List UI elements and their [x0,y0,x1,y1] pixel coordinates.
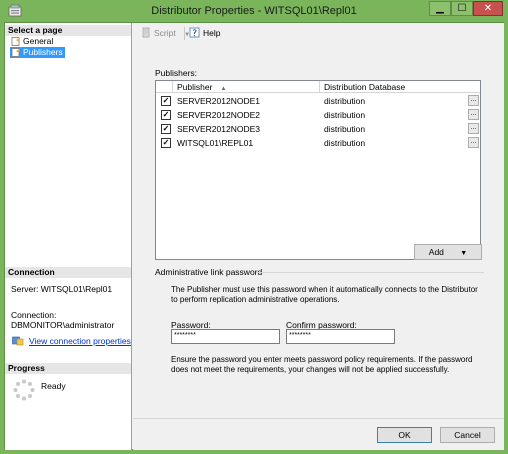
publisher-cell: SERVER2012NODE3 [177,124,260,134]
select-page-heading: Select a page [5,25,131,36]
connection-properties-icon [12,336,24,346]
page-icon [11,48,20,57]
table-row[interactable]: ✓ WITSQL01\REPL01 distribution ... [156,136,480,150]
admin-password-description: The Publisher must use this password whe… [171,285,478,304]
publisher-checkbox[interactable]: ✓ [161,124,171,134]
main-panel: Script ▼ Help Publishers: Publisher ▲ Dis… [133,23,504,418]
database-cell: distribution [324,124,366,134]
checkbox-column-header [156,81,173,93]
toolbar: Script ▼ Help [133,23,504,45]
publisher-checkbox[interactable]: ✓ [161,138,171,148]
dialog-client: Select a page General Publishers Connect… [4,22,504,450]
ellipsis-button[interactable]: ... [468,137,479,148]
button-bar: OK Cancel [133,418,504,450]
toolbar-separator [184,27,185,40]
progress-status: Ready [41,381,66,391]
admin-password-group-label: Administrative link password [155,267,263,277]
server-text: Server: WITSQL01\Repl01 [11,284,113,294]
grid-header: Publisher ▲ Distribution Database [156,81,480,93]
help-button[interactable]: Help [189,27,221,38]
publisher-checkbox[interactable]: ✓ [161,110,171,120]
publisher-cell: SERVER2012NODE2 [177,110,260,120]
publishers-label: Publishers: [155,68,198,78]
add-label: Add [428,247,444,257]
ellipsis-button[interactable]: ... [468,95,479,106]
minimize-button[interactable]: ▁ [429,1,451,16]
ellipsis-button[interactable]: ... [468,123,479,134]
maximize-button[interactable]: ☐ [451,1,473,16]
column-header-publisher[interactable]: Publisher ▲ [173,81,320,93]
progress-spinner-icon [13,379,35,401]
publisher-cell: WITSQL01\REPL01 [177,138,254,148]
page-icon [11,37,20,46]
help-label: Help [203,28,221,38]
publisher-cell: SERVER2012NODE1 [177,96,260,106]
publishers-grid[interactable]: Publisher ▲ Distribution Database ✓ SERVE… [155,80,481,260]
table-row[interactable]: ✓ SERVER2012NODE2 distribution ... [156,108,480,122]
database-cell: distribution [324,138,366,148]
table-row[interactable]: ✓ SERVER2012NODE1 distribution ... [156,94,480,108]
connection-heading: Connection [5,267,131,278]
chevron-down-icon: ▼ [460,250,468,257]
database-cell: distribution [324,96,366,106]
confirm-password-field[interactable]: ******** [286,329,395,344]
connection-label: Connection: [11,310,57,320]
help-icon [189,27,200,38]
script-label: Script [154,28,176,38]
page-item-label: Publishers [23,47,63,57]
page-item-general[interactable]: General [10,36,53,47]
password-policy-note: Ensure the password you enter meets pass… [171,355,473,374]
publisher-checkbox[interactable]: ✓ [161,96,171,106]
table-row[interactable]: ✓ SERVER2012NODE3 distribution ... [156,122,480,136]
script-icon [142,27,150,38]
ok-button[interactable]: OK [377,427,432,443]
progress-heading: Progress [5,363,131,374]
sidebar: Select a page General Publishers Connect… [5,23,132,450]
ellipsis-button[interactable]: ... [468,109,479,120]
column-header-label: Publisher [177,82,213,92]
add-button[interactable]: Add ▼ [414,244,482,260]
view-connection-properties-link[interactable]: View connection properties [11,336,131,346]
cancel-button[interactable]: Cancel [440,427,495,443]
page-item-publishers[interactable]: Publishers [10,47,65,58]
link-label: View connection properties [29,336,131,346]
column-header-distribution-database[interactable]: Distribution Database [320,81,480,93]
script-button[interactable]: Script ▼ [141,27,190,38]
page-item-label: General [23,36,54,46]
dialog-window: Distributor Properties - WITSQL01\Repl01… [0,0,508,454]
title-bar[interactable]: Distributor Properties - WITSQL01\Repl01… [0,0,508,22]
close-button[interactable]: ✕ [473,1,503,16]
password-field[interactable]: ******** [171,329,280,344]
group-divider [256,272,484,273]
connection-user: DBMONITOR\administrator [11,320,115,330]
database-cell: distribution [324,110,366,120]
